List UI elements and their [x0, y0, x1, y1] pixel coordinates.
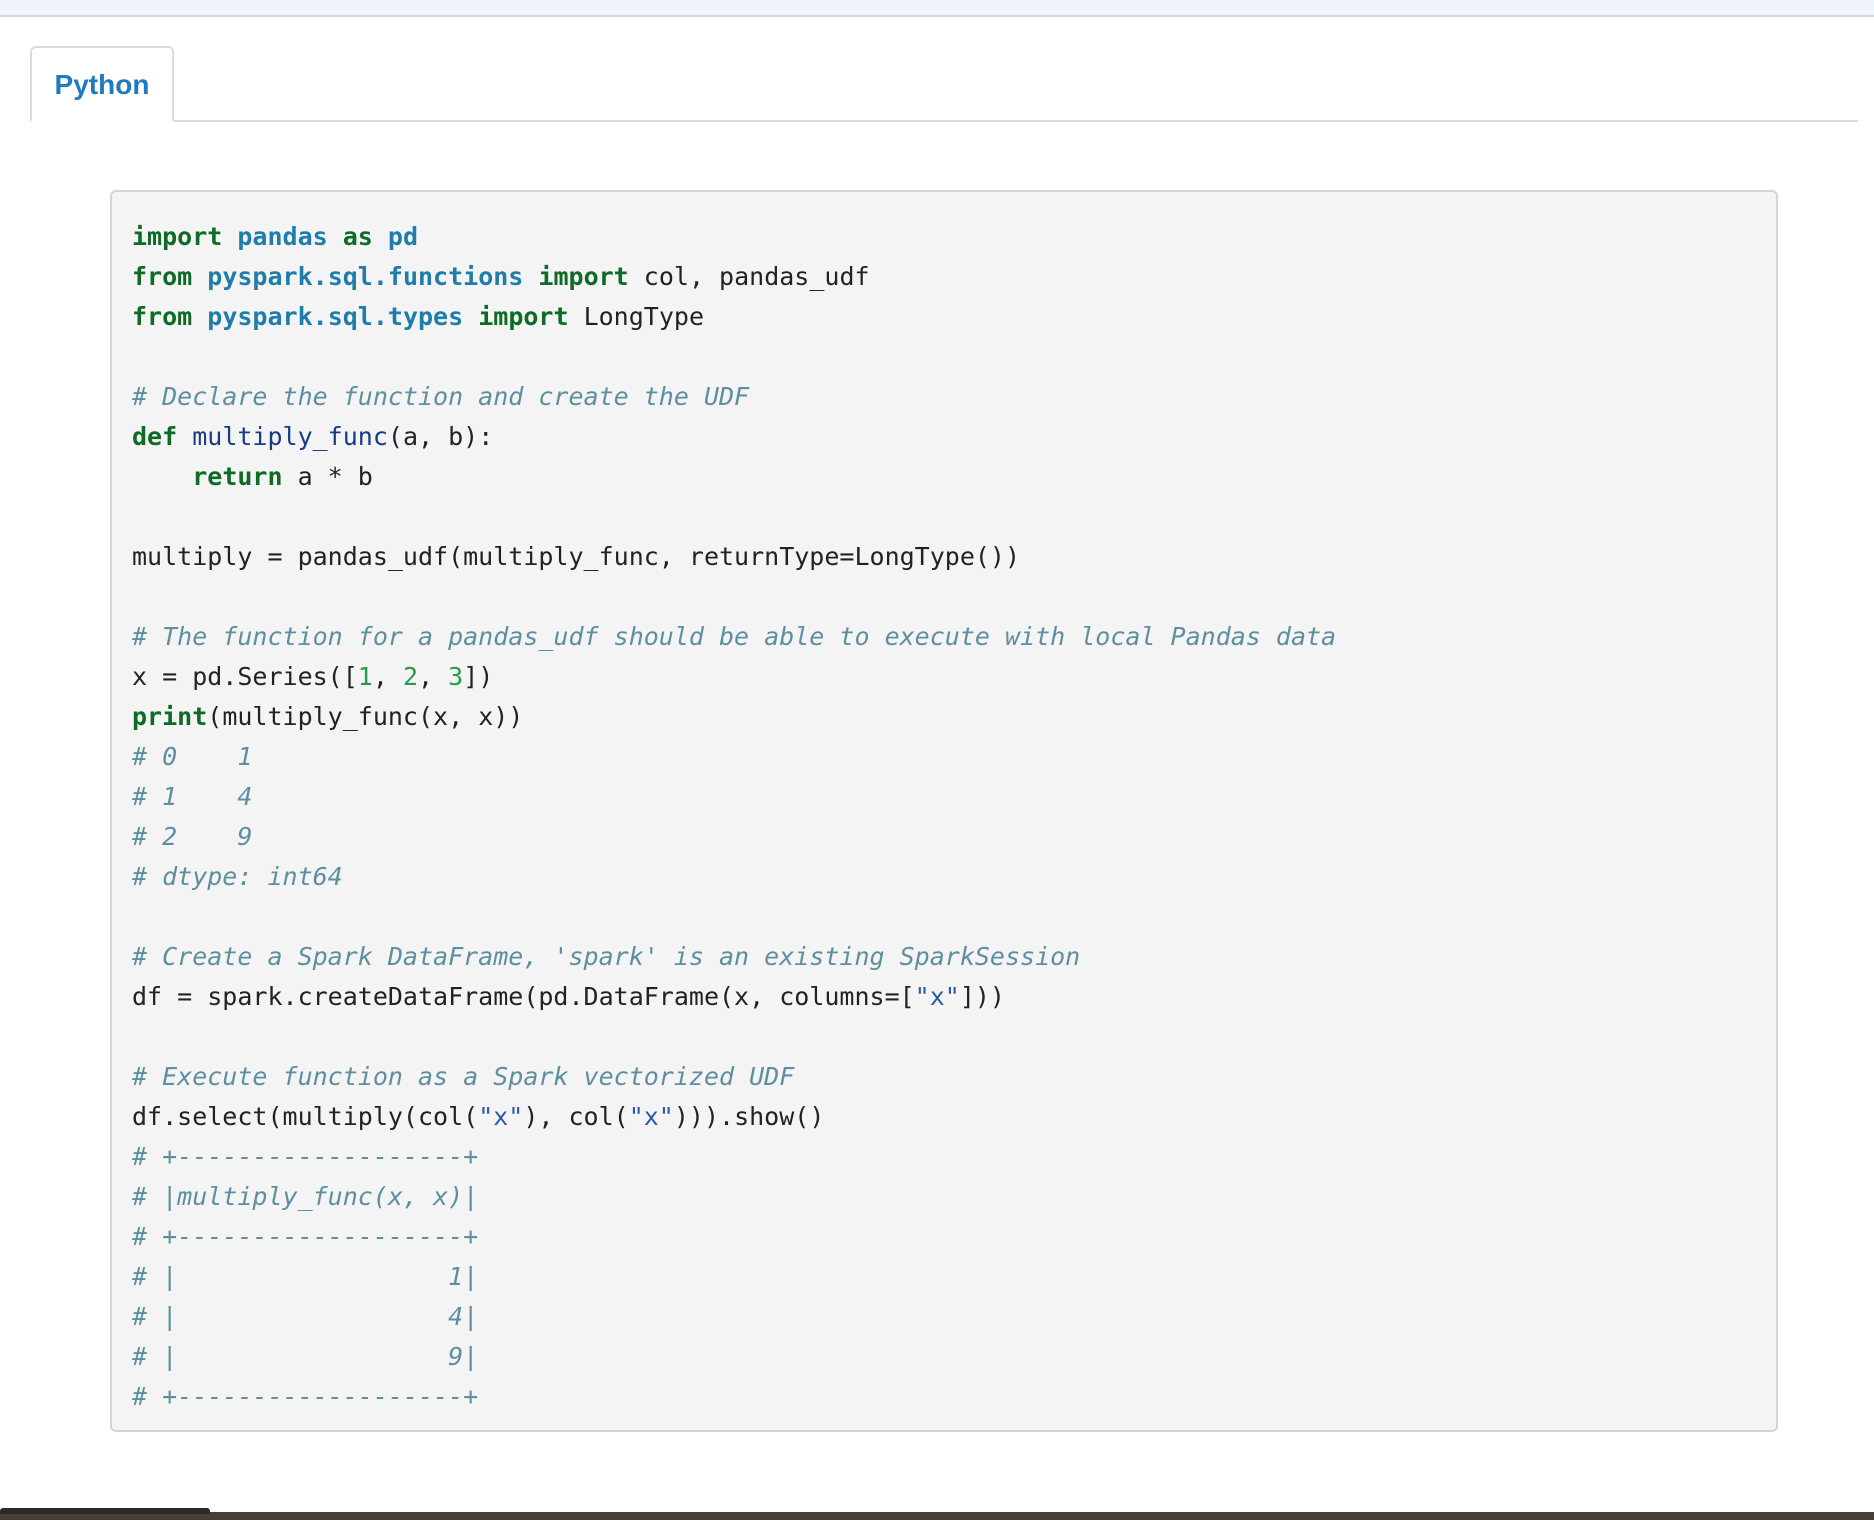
code-token: , — [418, 662, 449, 691]
code-token: # Create a Spark DataFrame, 'spark' is a… — [132, 942, 1081, 971]
code-token: # 0 1 — [132, 742, 253, 771]
code-line: from pyspark.sql.functions import col, p… — [132, 257, 1336, 297]
code-token: # |multiply_func(x, x)| — [132, 1182, 479, 1211]
tabs-bar — [30, 120, 1858, 122]
code-token: # Execute function as a Spark vectorized… — [132, 1062, 795, 1091]
code-token: multiply_func — [192, 422, 388, 451]
code-token: ])) — [959, 982, 1005, 1011]
code-token: # 1 4 — [132, 782, 253, 811]
tab-python[interactable]: Python — [30, 46, 174, 122]
code-line: # | 9| — [132, 1337, 1336, 1377]
code-token: return — [192, 462, 283, 491]
code-token: "x" — [914, 982, 960, 1011]
code-token: # 2 9 — [132, 822, 253, 851]
code-line: # +-------------------+ — [132, 1377, 1336, 1417]
code-token: # dtype: int64 — [132, 862, 343, 891]
code-line: # 1 4 — [132, 777, 1336, 817]
code-token: x = pd.Series([ — [132, 662, 358, 691]
page-top-strip — [0, 0, 1874, 17]
code-token: # | 1| — [132, 1262, 479, 1291]
code-token: print — [132, 702, 208, 731]
code-line: # Execute function as a Spark vectorized… — [132, 1057, 1336, 1097]
code-line: # 2 9 — [132, 817, 1336, 857]
code-token: pd — [387, 222, 419, 251]
code-token: # The function for a pandas_udf should b… — [132, 622, 1337, 651]
code-token: col, pandas_udf — [628, 262, 870, 291]
code-line: from pyspark.sql.types import LongType — [132, 297, 1336, 337]
code-line: # | 1| — [132, 1257, 1336, 1297]
code-line: print(multiply_func(x, x)) — [132, 697, 1336, 737]
code-line: df = spark.createDataFrame(pd.DataFrame(… — [132, 977, 1336, 1017]
code-token: import — [478, 302, 569, 331]
page-bottom-strip — [0, 1508, 1874, 1520]
code-line: # 0 1 — [132, 737, 1336, 777]
code-token: pandas — [237, 222, 328, 251]
code-line: def multiply_func(a, b): — [132, 417, 1336, 457]
clipped-heading-below — [0, 1508, 210, 1514]
code-token: (multiply_func(x, x)) — [207, 702, 524, 731]
code-token: 1 — [357, 662, 373, 691]
code-content: import pandas as pd from pyspark.sql.func… — [132, 217, 1336, 1417]
code-token: multiply = pandas_udf(multiply_func, ret… — [132, 542, 1021, 571]
code-line: # Create a Spark DataFrame, 'spark' is a… — [132, 937, 1336, 977]
code-token: # | 9| — [132, 1342, 479, 1371]
code-token: # | 4| — [132, 1302, 479, 1331]
code-token: "x" — [628, 1102, 674, 1131]
code-token: # +-------------------+ — [132, 1222, 479, 1251]
code-token: ), col( — [523, 1102, 629, 1131]
code-line: # | 4| — [132, 1297, 1336, 1337]
code-token: 2 — [402, 662, 419, 691]
code-line: multiply = pandas_udf(multiply_func, ret… — [132, 537, 1336, 577]
code-line: # +-------------------+ — [132, 1217, 1336, 1257]
code-line: # +-------------------+ — [132, 1137, 1336, 1177]
code-token: df.select(multiply(col( — [132, 1102, 479, 1131]
code-line: # |multiply_func(x, x)| — [132, 1177, 1336, 1217]
code-token: ))).show() — [673, 1102, 825, 1131]
code-token: from — [132, 302, 193, 331]
code-token: pyspark.sql.types — [207, 302, 464, 331]
code-token: (a, b): — [387, 422, 494, 451]
clipped-text-above — [140, 0, 1100, 3]
code-line: # Declare the function and create the UD… — [132, 377, 1336, 417]
code-line: import pandas as pd — [132, 217, 1336, 257]
code-token: df = spark.createDataFrame(pd.DataFrame(… — [132, 982, 915, 1011]
code-token: ]) — [463, 662, 494, 691]
code-token: "x" — [478, 1102, 524, 1131]
code-line: # The function for a pandas_udf should b… — [132, 617, 1336, 657]
code-token: as — [342, 222, 373, 251]
code-token: # +-------------------+ — [132, 1382, 479, 1411]
code-line: x = pd.Series([1, 2, 3]) — [132, 657, 1336, 697]
code-line: # dtype: int64 — [132, 857, 1336, 897]
code-line: return a * b — [132, 457, 1336, 497]
code-token: # +-------------------+ — [132, 1142, 479, 1171]
code-token: LongType — [568, 302, 704, 331]
code-token: 3 — [448, 662, 464, 691]
code-token: import — [132, 222, 223, 251]
code-token: # Declare the function and create the UD… — [132, 382, 750, 411]
code-token: def — [132, 422, 178, 451]
code-token: a * b — [282, 462, 373, 491]
code-token: from — [132, 262, 193, 291]
code-token: pyspark.sql.functions — [207, 262, 524, 291]
code-token: import — [538, 262, 629, 291]
code-block: import pandas as pd from pyspark.sql.func… — [110, 190, 1778, 1432]
code-line: df.select(multiply(col("x"), col("x"))).… — [132, 1097, 1336, 1137]
code-token: , — [372, 662, 403, 691]
